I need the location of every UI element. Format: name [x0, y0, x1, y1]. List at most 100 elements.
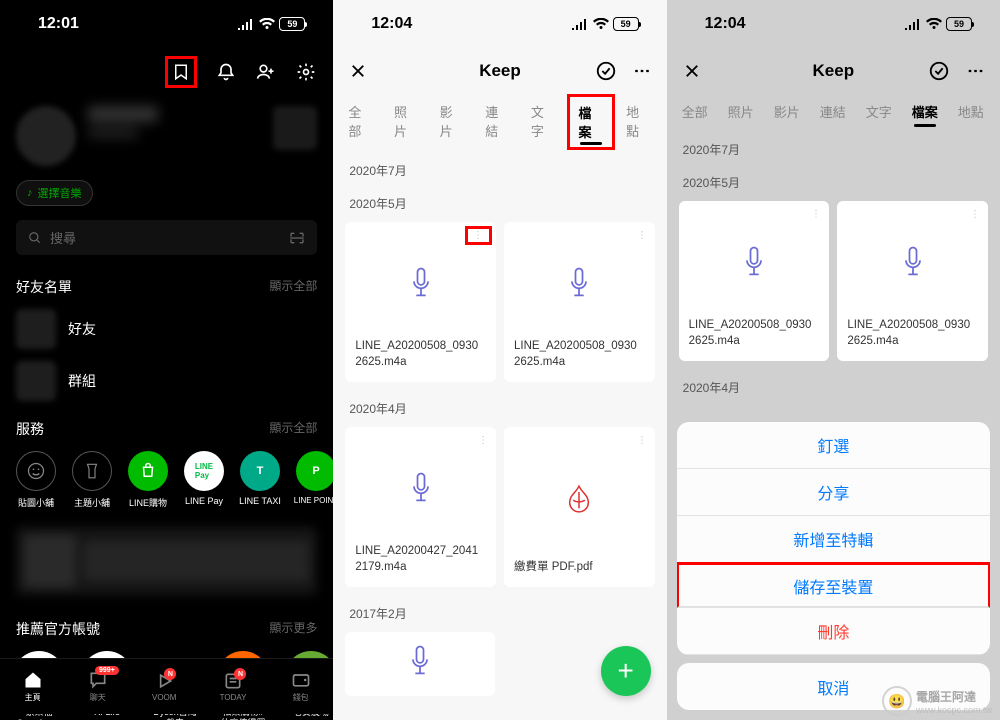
friends-row[interactable]: 好友	[0, 303, 333, 355]
mic-icon	[899, 245, 927, 285]
keep-bookmark-icon[interactable]	[165, 56, 197, 88]
cat-link[interactable]: 連結	[476, 94, 520, 150]
file-name: LINE_A20200508_0930 2625.m4a	[689, 317, 820, 349]
cat-file[interactable]: 檔案	[903, 94, 947, 129]
date-header: 2020年7月	[333, 150, 666, 183]
action-sheet: 釘選 分享 新增至特輯 儲存至裝置 刪除 取消	[667, 422, 1000, 720]
date-header: 2020年4月	[333, 388, 666, 421]
close-icon[interactable]	[681, 60, 703, 82]
cat-all[interactable]: 全部	[339, 94, 383, 150]
mic-icon	[407, 266, 435, 306]
sheet-share[interactable]: 分享	[677, 469, 990, 516]
section-services: 服務	[16, 419, 44, 439]
card-more-icon[interactable]: ⋮	[465, 226, 492, 245]
tab-home[interactable]: 主頁	[22, 670, 44, 703]
cat-photo[interactable]: 照片	[385, 94, 429, 150]
search-icon	[28, 231, 42, 245]
sheet-pin[interactable]: 釘選	[677, 422, 990, 469]
add-friend-icon[interactable]	[255, 61, 277, 83]
date-header: 2020年7月	[667, 129, 1000, 162]
service-pay[interactable]: LINEPayLINE Pay	[176, 451, 232, 509]
service-taxi[interactable]: TLINE TAXI	[232, 451, 288, 509]
cat-video[interactable]: 影片	[431, 94, 475, 150]
cat-photo[interactable]: 照片	[719, 94, 763, 129]
service-sticker[interactable]: 貼圖小舖	[8, 451, 64, 509]
tab-today[interactable]: TODAYN	[220, 671, 247, 702]
groups-row[interactable]: 群組	[0, 355, 333, 407]
add-fab[interactable]: +	[601, 646, 651, 696]
sheet-delete[interactable]: 刪除	[677, 608, 990, 655]
promo-banner[interactable]	[16, 527, 317, 595]
file-card[interactable]: ⋯ LINE_A20200508_0930 2625.m4a	[504, 222, 655, 382]
card-more-icon[interactable]: ⋯	[477, 435, 488, 446]
watermark: 😃 電腦王阿達 www.kocpc.com.tw	[882, 686, 992, 716]
card-more-icon[interactable]: ⋯	[810, 209, 821, 220]
notification-icon[interactable]	[215, 61, 237, 83]
show-all-link[interactable]: 顯示全部	[269, 277, 317, 297]
more-icon[interactable]: ⋮	[964, 60, 986, 82]
show-all-link[interactable]: 顯示全部	[269, 419, 317, 439]
card-more-icon[interactable]: ⋯	[636, 230, 647, 241]
file-name: LINE_A20200508_0930 2625.m4a	[514, 338, 645, 370]
file-card[interactable]: ⋯ LINE_A20200508_0930 2625.m4a	[837, 201, 988, 361]
section-official: 推薦官方帳號	[16, 619, 100, 639]
file-card[interactable]: ⋯ LINE_A20200427_2041 2179.m4a	[345, 427, 496, 587]
battery-icon: 59	[279, 17, 305, 31]
badge-new: N	[234, 668, 246, 680]
wifi-icon	[592, 18, 610, 30]
tab-voom[interactable]: VOOMN	[152, 671, 176, 702]
tab-wallet[interactable]: 錢包	[290, 670, 312, 703]
file-card[interactable]	[345, 632, 495, 696]
cat-all[interactable]: 全部	[673, 94, 717, 129]
mic-icon	[407, 471, 435, 511]
status-time: 12:04	[371, 15, 412, 33]
sheet-save-device[interactable]: 儲存至裝置	[677, 562, 990, 609]
cat-text[interactable]: 文字	[522, 94, 566, 150]
search-input[interactable]: 搜尋	[16, 220, 317, 255]
date-header: 2020年4月	[667, 367, 1000, 400]
file-name: LINE_A20200508_0930 2625.m4a	[355, 338, 486, 370]
mic-icon	[406, 644, 434, 684]
cat-text[interactable]: 文字	[857, 94, 901, 129]
status-time: 12:01	[38, 15, 79, 33]
status-bar: 12:01 59	[0, 0, 333, 48]
date-header: 2017年2月	[333, 593, 666, 626]
signal-icon	[571, 18, 589, 30]
scan-icon[interactable]	[289, 231, 305, 245]
service-point[interactable]: PLINE POINT	[288, 451, 333, 509]
profile-row[interactable]	[0, 96, 333, 176]
file-card[interactable]: ⋯ LINE_A20200508_0930 2625.m4a	[679, 201, 830, 361]
check-circle-icon[interactable]	[595, 60, 617, 82]
more-icon[interactable]: ⋮	[631, 60, 653, 82]
show-more-link[interactable]: 顯示更多	[269, 619, 317, 639]
avatar	[16, 106, 76, 166]
status-bar: 12:04 59	[667, 0, 1000, 48]
cat-place[interactable]: 地點	[949, 94, 993, 129]
settings-icon[interactable]	[295, 61, 317, 83]
cat-link[interactable]: 連結	[811, 94, 855, 129]
music-chip[interactable]: ♪ 選擇音樂	[16, 180, 93, 206]
close-icon[interactable]	[347, 60, 369, 82]
cat-video[interactable]: 影片	[765, 94, 809, 129]
date-header: 2020年5月	[667, 162, 1000, 195]
service-theme[interactable]: 主題小舖	[64, 451, 120, 509]
badge-count: 999+	[95, 666, 119, 675]
card-more-icon[interactable]: ⋯	[636, 435, 647, 446]
file-card[interactable]: ⋮ LINE_A20200508_0930 2625.m4a	[345, 222, 496, 382]
wifi-icon	[258, 18, 276, 30]
card-more-icon[interactable]: ⋯	[969, 209, 980, 220]
tab-chat[interactable]: 聊天999+	[87, 670, 109, 703]
check-circle-icon[interactable]	[928, 60, 950, 82]
file-card[interactable]: ⋯ 繳費單 PDF.pdf	[504, 427, 655, 587]
cat-file[interactable]: 檔案	[567, 94, 615, 150]
sheet-add-collection[interactable]: 新增至特輯	[677, 516, 990, 563]
signal-icon	[904, 18, 922, 30]
signal-icon	[237, 18, 255, 30]
file-name: LINE_A20200508_0930 2625.m4a	[847, 317, 978, 349]
pdf-icon	[565, 482, 593, 516]
status-time: 12:04	[705, 15, 746, 33]
battery-icon: 59	[946, 17, 972, 31]
mic-icon	[565, 266, 593, 306]
service-shopping[interactable]: LINE購物	[120, 451, 176, 509]
cat-place[interactable]: 地點	[617, 94, 661, 150]
